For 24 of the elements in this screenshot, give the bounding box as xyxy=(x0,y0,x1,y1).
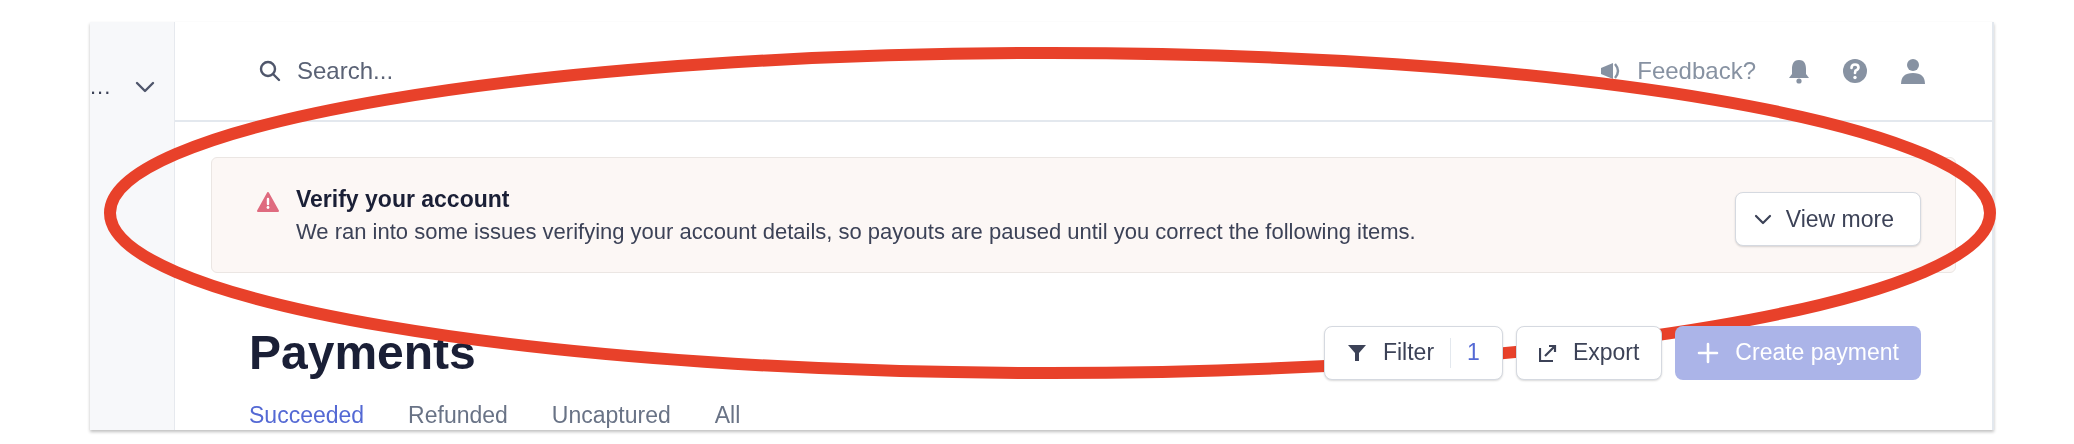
status-tab[interactable]: All xyxy=(714,402,741,429)
banner-title: Verify your account xyxy=(296,185,511,213)
funnel-icon xyxy=(1346,342,1367,363)
view-more-button[interactable]: View more xyxy=(1734,192,1921,246)
chevron-down-icon xyxy=(1753,213,1772,225)
search-icon xyxy=(259,60,281,82)
filter-button[interactable]: Filter 1 xyxy=(1323,325,1503,380)
filter-count: 1 xyxy=(1467,339,1480,366)
feedback-link[interactable]: Feedback? xyxy=(1599,57,1756,85)
search-field[interactable]: Search... xyxy=(295,56,699,86)
user-icon[interactable] xyxy=(1900,58,1926,84)
account-switcher[interactable]: ... xyxy=(90,74,156,100)
page-title: Payments xyxy=(249,325,476,380)
bell-icon[interactable] xyxy=(1788,58,1810,84)
export-button[interactable]: Export xyxy=(1515,325,1663,380)
plus-icon xyxy=(1697,341,1720,364)
warning-icon xyxy=(257,192,279,212)
chevron-down-icon xyxy=(135,81,156,93)
help-icon[interactable] xyxy=(1842,58,1868,84)
status-tab[interactable]: Uncaptured xyxy=(551,402,671,429)
status-tab[interactable]: Refunded xyxy=(408,402,508,429)
export-icon xyxy=(1538,343,1557,362)
banner-message: We ran into some issues verifying your account details, so payouts are paused until you correct the following items. xyxy=(296,218,1417,245)
status-tab[interactable]: Succeeded xyxy=(249,402,365,429)
